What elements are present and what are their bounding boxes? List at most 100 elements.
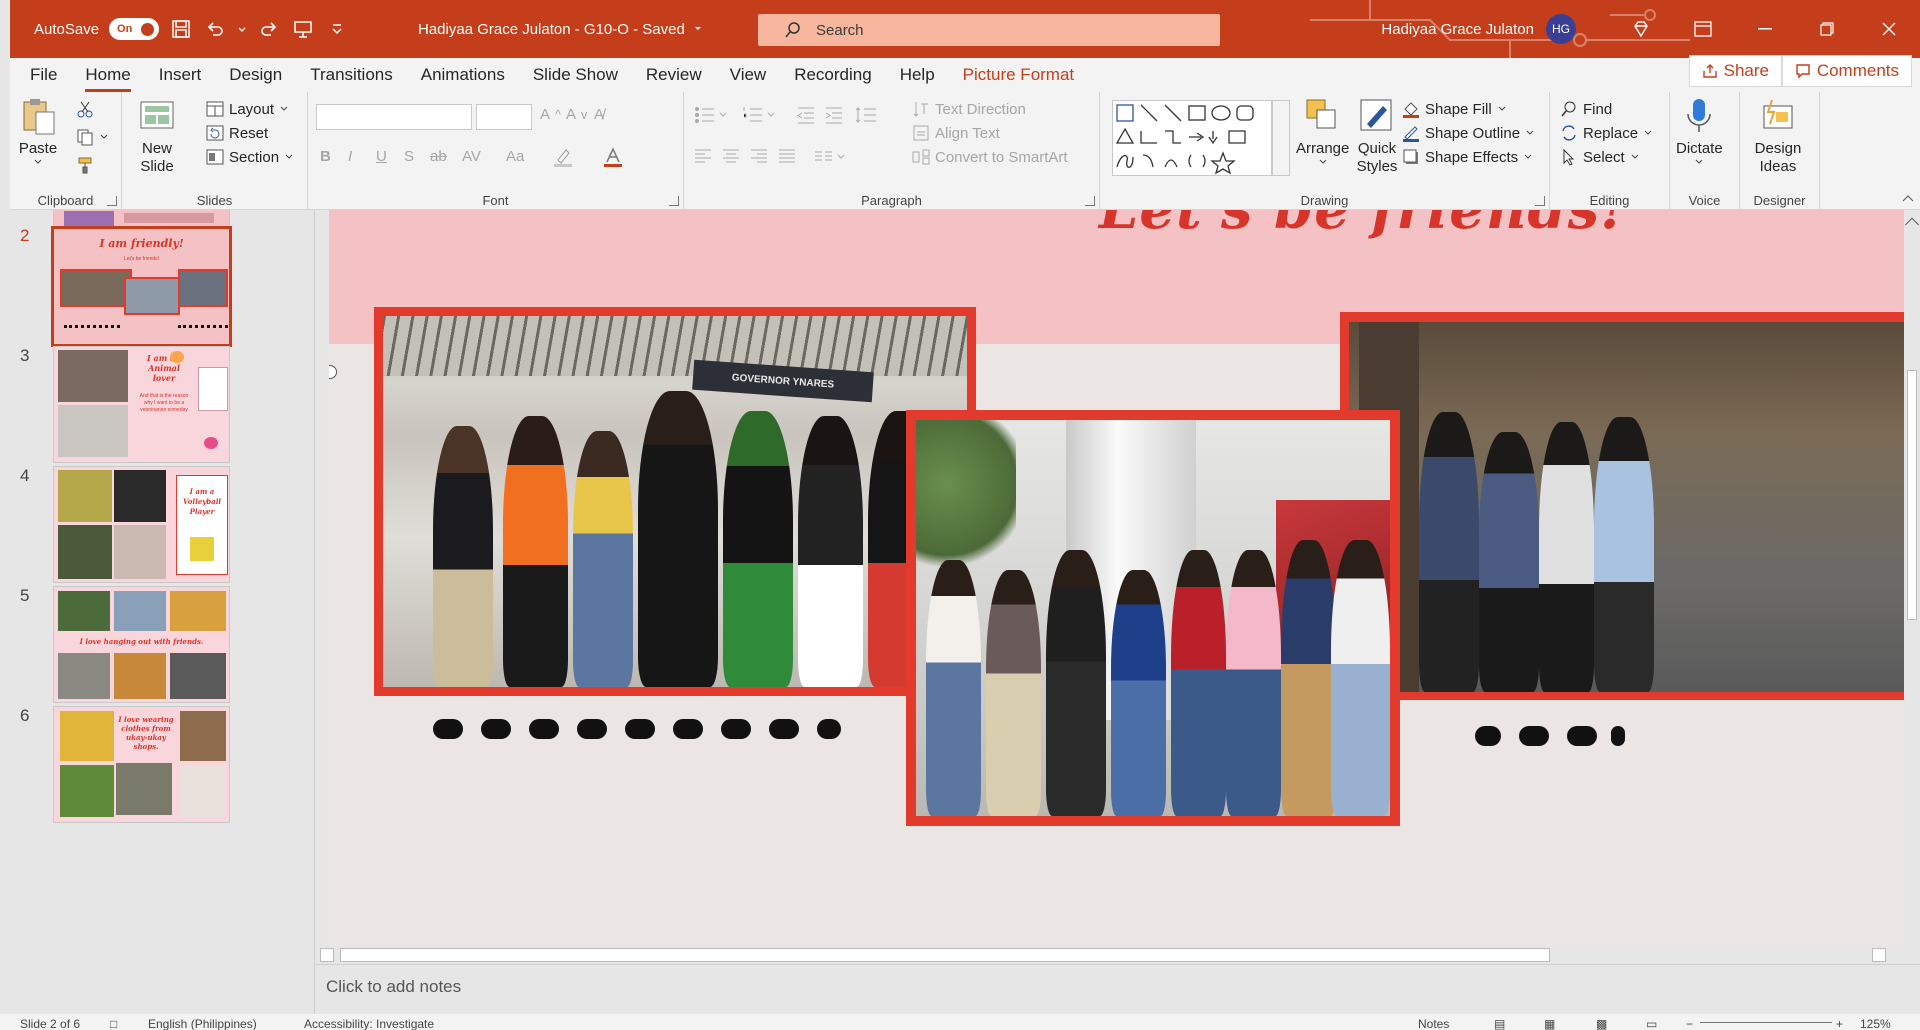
dialog-launcher-icon[interactable] xyxy=(107,196,117,206)
format-painter-icon[interactable] xyxy=(76,156,94,174)
customize-toolbar-icon[interactable] xyxy=(325,17,349,41)
slide-title[interactable]: Let's be friends! xyxy=(1099,210,1626,242)
find-button[interactable]: Find xyxy=(1560,100,1612,118)
scroll-right-icon[interactable] xyxy=(1872,948,1886,962)
replace-button[interactable]: Replace xyxy=(1560,124,1653,142)
font-family-combo[interactable] xyxy=(316,104,472,130)
tab-view[interactable]: View xyxy=(716,58,781,92)
align-right-icon[interactable] xyxy=(750,148,768,164)
search-input[interactable]: Search xyxy=(758,14,1220,46)
slide-thumbnail-5[interactable]: I love hanging out with friends. xyxy=(53,586,230,703)
font-color-icon[interactable] xyxy=(602,146,624,168)
accessibility-status[interactable]: Accessibility: Investigate xyxy=(304,1017,434,1030)
columns-icon[interactable] xyxy=(814,148,848,164)
share-button[interactable]: Share xyxy=(1688,55,1782,87)
strikethrough-button[interactable]: ab xyxy=(430,148,447,165)
slide-editor[interactable]: Let's be friends! GOVERNOR YNARES xyxy=(316,210,1906,946)
present-icon[interactable] xyxy=(291,17,315,41)
tab-file[interactable]: File xyxy=(10,58,71,92)
close-icon[interactable] xyxy=(1858,0,1920,58)
horizontal-scrollbar[interactable] xyxy=(316,946,1906,964)
zoom-in-icon[interactable]: + xyxy=(1836,1017,1843,1030)
convert-smartart-button[interactable]: Convert to SmartArt xyxy=(912,148,1068,166)
spelling-icon[interactable]: □ xyxy=(110,1017,117,1030)
tab-help[interactable]: Help xyxy=(886,58,949,92)
shapes-gallery[interactable] xyxy=(1112,100,1272,176)
dialog-launcher-icon[interactable] xyxy=(1085,196,1095,206)
group-photo-2[interactable] xyxy=(916,420,1390,816)
redo-icon[interactable] xyxy=(257,17,281,41)
tab-review[interactable]: Review xyxy=(632,58,716,92)
slide-thumbnail-2[interactable]: I am friendly! Let's be friends! xyxy=(51,226,232,347)
increase-font-size-icon[interactable]: A ^ xyxy=(540,106,561,123)
comments-button[interactable]: Comments xyxy=(1781,55,1912,87)
section-button[interactable]: Section xyxy=(206,148,294,166)
shapes-scroll[interactable] xyxy=(1272,100,1290,176)
save-icon[interactable] xyxy=(169,17,193,41)
slide-thumbnail-3[interactable]: I am an Animal lover And that is the rea… xyxy=(53,346,230,463)
clear-formatting-icon[interactable]: A̸ xyxy=(594,106,604,123)
group-photo-3[interactable] xyxy=(1349,322,1906,692)
line-spacing-icon[interactable] xyxy=(854,106,884,124)
slide-count[interactable]: Slide 2 of 6 xyxy=(20,1017,80,1030)
vertical-scrollbar[interactable] xyxy=(1904,210,1920,946)
design-ideas-button[interactable]: Design Ideas xyxy=(1748,96,1808,176)
copy-icon[interactable] xyxy=(76,128,109,146)
tab-transitions[interactable]: Transitions xyxy=(296,58,407,92)
tab-design[interactable]: Design xyxy=(215,58,296,92)
zoom-level[interactable]: 125% xyxy=(1860,1017,1891,1030)
chevron-down-icon[interactable] xyxy=(237,17,247,41)
select-button[interactable]: Select xyxy=(1560,148,1640,166)
highlight-color-icon[interactable] xyxy=(552,146,574,168)
underline-button[interactable]: U xyxy=(376,148,387,165)
layout-button[interactable]: Layout xyxy=(206,100,289,118)
new-slide-button[interactable]: New Slide xyxy=(132,96,182,176)
reset-button[interactable]: Reset xyxy=(206,124,268,142)
align-text-button[interactable]: Align Text xyxy=(912,124,1000,142)
tab-slide-show[interactable]: Slide Show xyxy=(519,58,632,92)
paste-button[interactable]: Paste xyxy=(18,96,58,166)
document-title[interactable]: Hadiyaa Grace Julaton - G10-O - Saved xyxy=(418,0,703,58)
restore-icon[interactable] xyxy=(1796,0,1858,58)
horizontal-scroll-thumb[interactable] xyxy=(340,948,1550,962)
group-photo-1[interactable]: GOVERNOR YNARES xyxy=(383,316,967,687)
ribbon-display-icon[interactable] xyxy=(1672,0,1734,58)
dialog-launcher-icon[interactable] xyxy=(1535,196,1545,206)
change-case-button[interactable]: Aa xyxy=(506,148,524,165)
zoom-slider[interactable] xyxy=(1700,1022,1832,1023)
notes-pane[interactable]: Click to add notes xyxy=(316,964,1920,1016)
slide-sorter-icon[interactable]: ▦ xyxy=(1544,1017,1555,1030)
numbering-icon[interactable] xyxy=(742,106,776,124)
shape-outline-button[interactable]: Shape Outline xyxy=(1402,124,1535,142)
bullets-icon[interactable] xyxy=(694,106,728,124)
shape-fill-button[interactable]: Shape Fill xyxy=(1402,100,1507,118)
slide-thumbnail-pane[interactable]: 2 I am friendly! Let's be friends! 3 I a… xyxy=(10,210,315,1016)
justify-icon[interactable] xyxy=(778,148,796,164)
slideshow-view-icon[interactable]: ▭ xyxy=(1646,1017,1657,1030)
scroll-left-icon[interactable] xyxy=(320,948,334,962)
tab-insert[interactable]: Insert xyxy=(145,58,216,92)
tab-recording[interactable]: Recording xyxy=(780,58,886,92)
dictate-button[interactable]: Dictate xyxy=(1676,96,1723,166)
text-direction-button[interactable]: Text Direction xyxy=(912,100,1026,118)
current-slide[interactable]: Let's be friends! GOVERNOR YNARES xyxy=(329,210,1906,946)
avatar[interactable]: HG xyxy=(1546,14,1576,44)
rotation-handle[interactable] xyxy=(329,365,337,379)
autosave-toggle[interactable]: On xyxy=(109,18,160,40)
tab-home[interactable]: Home xyxy=(71,58,144,92)
bold-button[interactable]: B xyxy=(320,148,331,165)
italic-button[interactable]: I xyxy=(348,148,352,165)
decrease-font-size-icon[interactable]: Av xyxy=(566,106,587,123)
notes-button[interactable]: Notes xyxy=(1418,1017,1449,1030)
arrange-button[interactable]: Arrange xyxy=(1296,96,1349,166)
minimize-icon[interactable] xyxy=(1734,0,1796,58)
character-spacing-button[interactable]: AV xyxy=(462,148,481,165)
shadow-button[interactable]: S xyxy=(404,148,414,165)
reading-view-icon[interactable]: ▩ xyxy=(1596,1017,1607,1030)
increase-indent-icon[interactable] xyxy=(824,106,844,124)
vertical-scroll-thumb[interactable] xyxy=(1907,370,1917,620)
collapse-ribbon-icon[interactable] xyxy=(1902,190,1914,205)
quick-styles-button[interactable]: Quick Styles xyxy=(1352,96,1402,176)
zoom-out-icon[interactable]: − xyxy=(1686,1017,1693,1030)
align-center-icon[interactable] xyxy=(722,148,740,164)
